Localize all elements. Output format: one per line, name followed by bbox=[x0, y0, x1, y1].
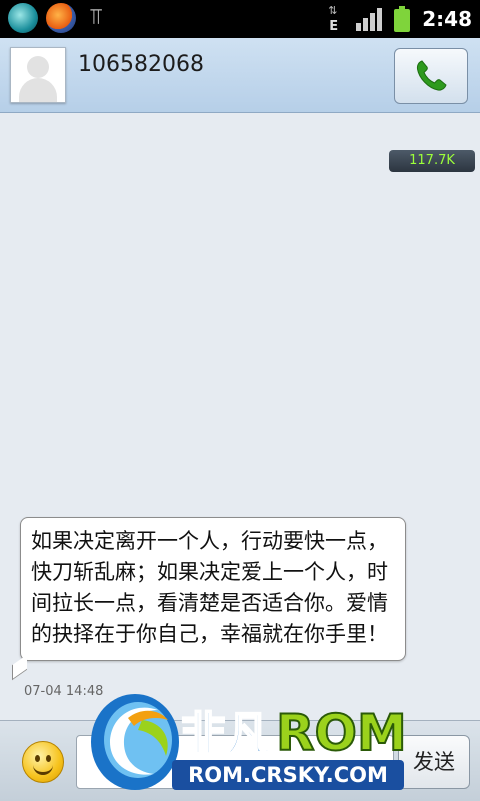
usb-icon: ⫪ bbox=[89, 5, 103, 30]
app-notification-icon bbox=[46, 3, 76, 33]
signal-icon bbox=[356, 7, 383, 31]
smiley-icon[interactable] bbox=[22, 741, 64, 783]
message-bubble-tail bbox=[12, 654, 27, 681]
clock: 2:48 bbox=[422, 7, 472, 31]
data-arrows-icon: ⇅ E bbox=[328, 4, 339, 35]
phone-icon bbox=[416, 60, 447, 91]
message-text: 如果决定离开一个人，行动要快一点，快刀斩乱麻；如果决定爱上一个人，时间拉长一点，… bbox=[31, 529, 388, 646]
crsky-rom-watermark-logo: 非凡 ROM ROM.CRSKY.COM bbox=[91, 694, 408, 790]
network-type-label: E bbox=[329, 19, 339, 34]
watermark-brand-cn: 非凡 bbox=[180, 707, 272, 761]
app-notification-icon bbox=[8, 3, 38, 33]
call-button[interactable] bbox=[394, 48, 468, 104]
status-bar-system: ⇅ E 2:48 bbox=[326, 0, 472, 38]
watermark-url: ROM.CRSKY.COM bbox=[188, 763, 388, 787]
contact-number: 106582068 bbox=[78, 52, 204, 77]
message-size-badge: 117.7K bbox=[389, 150, 475, 172]
battery-icon bbox=[394, 6, 411, 32]
status-bar-notifications: ⫪ bbox=[8, 3, 108, 33]
watermark-brand-en: ROM bbox=[276, 704, 407, 762]
contact-avatar[interactable] bbox=[10, 47, 66, 103]
conversation-header: 106582068 bbox=[0, 38, 480, 113]
status-bar: ⫪ ⇅ E 2:48 bbox=[0, 0, 480, 38]
message-bubble[interactable]: 如果决定离开一个人，行动要快一点，快刀斩乱麻；如果决定爱上一个人，时间拉长一点，… bbox=[20, 517, 406, 661]
